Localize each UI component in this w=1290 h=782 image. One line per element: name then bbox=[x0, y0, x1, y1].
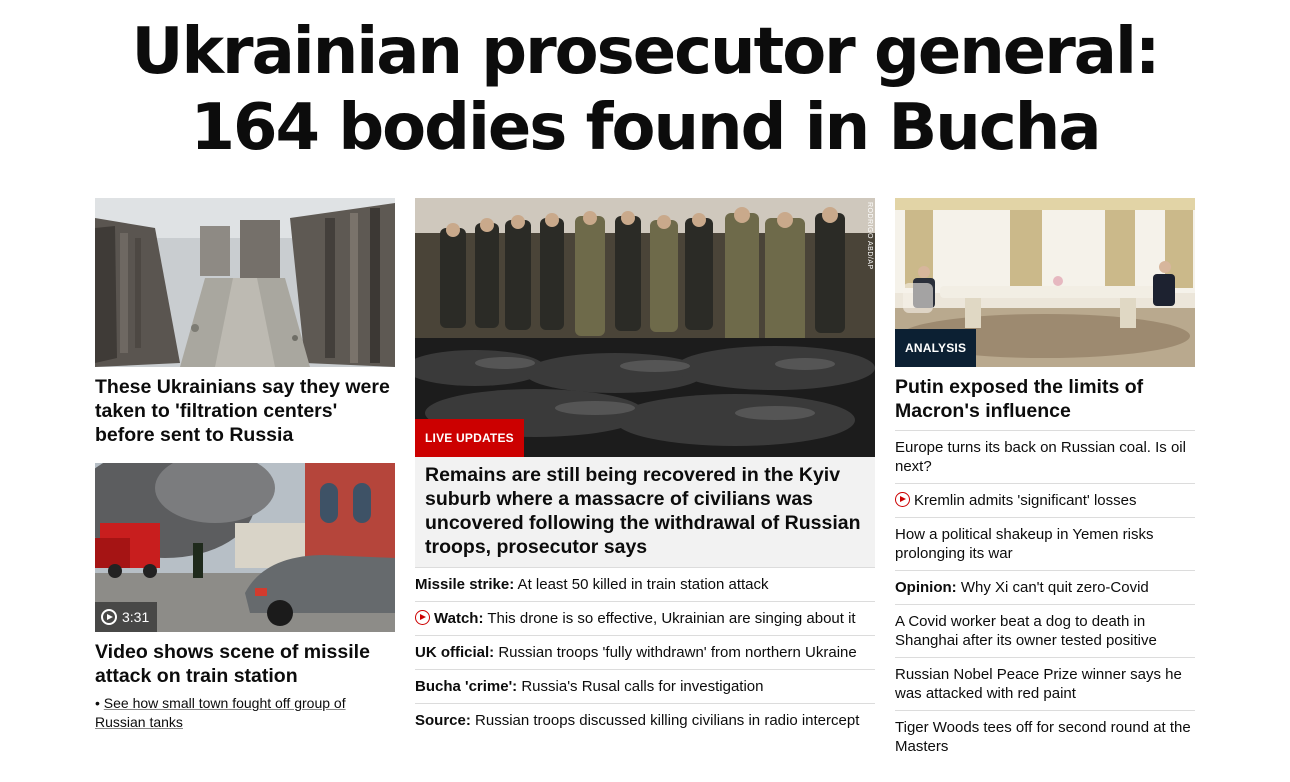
item-prefix: Missile strike: bbox=[415, 576, 515, 593]
related-link-text[interactable]: See how small town fought off group of R… bbox=[95, 695, 346, 730]
item-prefix: Bucha 'crime': bbox=[415, 678, 518, 695]
story-link-yemen[interactable]: How a political shakeup in Yemen risks p… bbox=[895, 518, 1195, 571]
story-title-missile-video[interactable]: Video shows scene of missile attack on t… bbox=[95, 640, 395, 688]
analysis-label[interactable]: ANALYSIS bbox=[895, 329, 977, 367]
related-item-uk-official[interactable]: UK official: Russian troops 'fully withd… bbox=[415, 636, 875, 670]
item-text: Europe turns its back on Russian coal. I… bbox=[895, 439, 1186, 475]
headline-line-2[interactable]: 164 bodies found in Bucha bbox=[0, 90, 1290, 166]
story-title-putin-macron[interactable]: Putin exposed the limits of Macron's inf… bbox=[895, 375, 1195, 423]
item-text: How a political shakeup in Yemen risks p… bbox=[895, 526, 1154, 562]
play-icon bbox=[101, 609, 117, 625]
related-link-small-town[interactable]: • See how small town fought off group of… bbox=[95, 694, 395, 732]
item-text: Kremlin admits 'significant' losses bbox=[914, 492, 1137, 509]
item-text: Tiger Woods tees off for second round at… bbox=[895, 719, 1191, 755]
lead-story-image[interactable]: RODRIGO ABD/AP LIVE UPDATES bbox=[415, 198, 875, 457]
video-thumbnail-train-station[interactable]: 3:31 bbox=[95, 463, 395, 632]
item-prefix: Opinion: bbox=[895, 579, 957, 596]
related-item-watch-drone[interactable]: Watch: This drone is so effective, Ukrai… bbox=[415, 602, 875, 636]
story-link-opinion-xi[interactable]: Opinion: Why Xi can't quit zero-Covid bbox=[895, 571, 1195, 605]
story-link-europe-coal[interactable]: Europe turns its back on Russian coal. I… bbox=[895, 431, 1195, 484]
video-play-icon bbox=[895, 492, 910, 507]
lead-story-title[interactable]: Remains are still being recovered in the… bbox=[415, 457, 875, 567]
story-link-kremlin-losses[interactable]: Kremlin admits 'significant' losses bbox=[895, 484, 1195, 518]
right-column: ANALYSIS Putin exposed the limits of Mac… bbox=[895, 198, 1195, 763]
story-image-ruined-buildings[interactable] bbox=[95, 198, 395, 367]
story-link-covid-dog[interactable]: A Covid worker beat a dog to death in Sh… bbox=[895, 605, 1195, 658]
item-text: At least 50 killed in train station atta… bbox=[514, 576, 769, 593]
lead-story-card[interactable]: Remains are still being recovered in the… bbox=[415, 457, 875, 567]
story-image-putin-macron[interactable]: ANALYSIS bbox=[895, 198, 1195, 367]
item-prefix: UK official: bbox=[415, 644, 495, 661]
page-headline[interactable]: Ukrainian prosecutor general: 164 bodies… bbox=[0, 14, 1290, 166]
related-item-bucha-crime[interactable]: Bucha 'crime': Russia's Rusal calls for … bbox=[415, 670, 875, 704]
item-text: A Covid worker beat a dog to death in Sh… bbox=[895, 613, 1157, 649]
center-column: RODRIGO ABD/AP LIVE UPDATES Remains are … bbox=[415, 198, 875, 737]
related-item-missile-strike[interactable]: Missile strike: At least 50 killed in tr… bbox=[415, 568, 875, 602]
item-text: Russian troops 'fully withdrawn' from no… bbox=[494, 644, 857, 661]
item-text: Russia's Rusal calls for investigation bbox=[517, 678, 764, 695]
story-title-filtration[interactable]: These Ukrainians say they were taken to … bbox=[95, 375, 395, 447]
item-prefix: Source: bbox=[415, 712, 471, 729]
story-link-nobel-paint[interactable]: Russian Nobel Peace Prize winner says he… bbox=[895, 658, 1195, 711]
photo-credit: RODRIGO ABD/AP bbox=[866, 202, 873, 270]
lead-related-list: Missile strike: At least 50 killed in tr… bbox=[415, 568, 875, 737]
related-link-prefix: • bbox=[95, 695, 104, 711]
video-duration: 3:31 bbox=[122, 609, 150, 625]
left-column: These Ukrainians say they were taken to … bbox=[95, 198, 395, 732]
live-updates-label[interactable]: LIVE UPDATES bbox=[415, 419, 524, 457]
headline-line-1[interactable]: Ukrainian prosecutor general: bbox=[0, 14, 1290, 90]
item-text: This drone is so effective, Ukrainian ar… bbox=[483, 610, 856, 627]
related-item-source[interactable]: Source: Russian troops discussed killing… bbox=[415, 704, 875, 737]
item-text: Russian troops discussed killing civilia… bbox=[470, 712, 860, 729]
video-play-icon bbox=[415, 610, 430, 625]
story-link-tiger-woods[interactable]: Tiger Woods tees off for second round at… bbox=[895, 711, 1195, 763]
item-text: Why Xi can't quit zero-Covid bbox=[956, 579, 1149, 596]
item-text: Russian Nobel Peace Prize winner says he… bbox=[895, 666, 1182, 702]
right-story-list: Europe turns its back on Russian coal. I… bbox=[895, 431, 1195, 763]
video-duration-badge[interactable]: 3:31 bbox=[95, 602, 158, 632]
item-prefix: Watch: bbox=[434, 610, 484, 627]
